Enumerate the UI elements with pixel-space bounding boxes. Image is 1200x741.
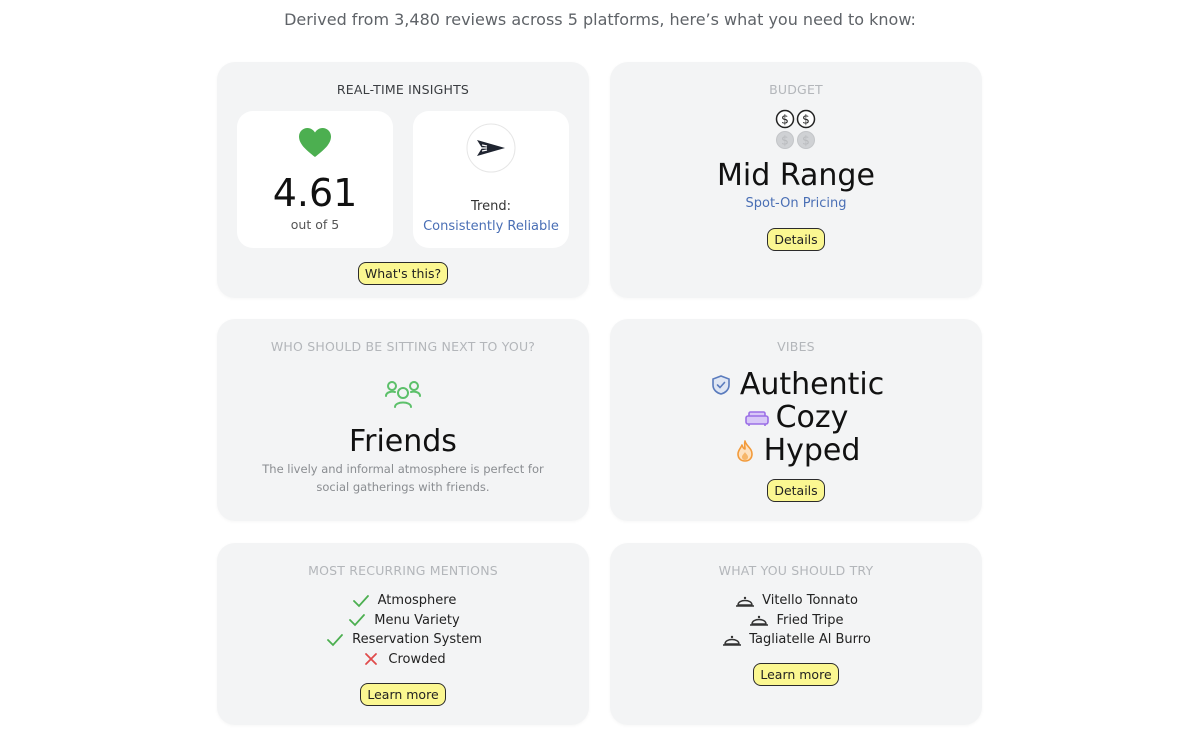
- cloche-icon: [748, 613, 770, 627]
- seating-card: WHO SHOULD BE SITTING NEXT TO YOU? Frien…: [217, 319, 589, 521]
- dish-label: Tagliatelle Al Burro: [749, 632, 871, 648]
- mention-label: Reservation System: [352, 632, 482, 648]
- sofa-icon: [744, 408, 770, 428]
- whats-this-button[interactable]: What's this?: [357, 262, 449, 285]
- dish-label: Fried Tripe: [776, 612, 844, 628]
- score-box: 4.61 out of 5: [237, 111, 393, 248]
- heart-icon: [237, 127, 393, 163]
- cloche-icon: [734, 594, 756, 608]
- vibes-card: VIBES Authentic Cozy Hyped Details: [610, 319, 982, 521]
- trend-label: Trend:: [471, 199, 511, 214]
- budget-value: Mid Range: [717, 158, 875, 193]
- mentions-learn-more-button[interactable]: Learn more: [360, 683, 446, 706]
- seating-title: WHO SHOULD BE SITTING NEXT TO YOU?: [270, 339, 536, 354]
- check-icon: [324, 633, 346, 647]
- check-icon: [350, 594, 372, 608]
- mention-label: Atmosphere: [377, 593, 457, 609]
- mention-item: Reservation System: [217, 630, 589, 650]
- insights-card: REAL-TIME INSIGHTS 4.61 out of 5 Trend: …: [217, 62, 589, 298]
- vibes-title: VIBES: [777, 339, 815, 354]
- dish-item: Fried Tripe: [610, 611, 982, 631]
- vibe-item: Hyped: [610, 434, 982, 467]
- mention-label: Menu Variety: [374, 612, 460, 628]
- budget-title: BUDGET: [769, 82, 823, 97]
- svg-text:$: $: [781, 134, 789, 148]
- seating-description: The lively and informal atmosphere is pe…: [262, 462, 544, 494]
- cloche-icon: [721, 633, 743, 647]
- vibe-label: Hyped: [763, 433, 861, 468]
- dish-item: Vitello Tonnato: [610, 591, 982, 611]
- budget-sub: Spot-On Pricing: [745, 196, 847, 211]
- mention-item: Menu Variety: [217, 611, 589, 631]
- check-icon: [346, 613, 368, 627]
- mentions-title: MOST RECURRING MENTIONS: [308, 563, 498, 578]
- vibe-item: Authentic: [610, 368, 982, 401]
- mentions-card: MOST RECURRING MENTIONS Atmosphere Menu …: [217, 543, 589, 725]
- mention-item: Crowded: [217, 650, 589, 670]
- try-learn-more-button[interactable]: Learn more: [753, 663, 839, 686]
- flame-icon: [732, 439, 758, 463]
- trend-value: Consistently Reliable: [423, 219, 559, 234]
- try-card: WHAT YOU SHOULD TRY Vitello Tonnato Frie…: [610, 543, 982, 725]
- svg-text:$: $: [802, 134, 810, 148]
- dish-item: Tagliatelle Al Burro: [610, 630, 982, 650]
- svg-text:$: $: [781, 113, 789, 127]
- score-value: 4.61: [272, 171, 358, 215]
- mention-item: Atmosphere: [217, 591, 589, 611]
- cross-icon: [360, 652, 382, 666]
- dish-label: Vitello Tonnato: [762, 593, 858, 609]
- vibe-label: Cozy: [775, 400, 849, 435]
- budget-details-button[interactable]: Details: [767, 228, 825, 251]
- trend-arrow-icon: [413, 123, 569, 177]
- trend-box: Trend: Consistently Reliable: [413, 111, 569, 248]
- score-sub: out of 5: [290, 217, 340, 232]
- svg-text:$: $: [802, 113, 810, 127]
- friends-group-icon: [217, 379, 589, 413]
- intro-text: Derived from 3,480 reviews across 5 plat…: [284, 10, 916, 29]
- insights-title: REAL-TIME INSIGHTS: [336, 82, 470, 97]
- budget-card: BUDGET $ $ $ $ Mid Range Spot-On Pricing…: [610, 62, 982, 298]
- vibe-item: Cozy: [610, 401, 982, 434]
- try-title: WHAT YOU SHOULD TRY: [718, 563, 874, 578]
- seating-value: Friends: [349, 424, 457, 459]
- shield-check-icon: [708, 374, 734, 396]
- vibes-details-button[interactable]: Details: [767, 479, 825, 502]
- vibe-label: Authentic: [739, 367, 885, 402]
- dollar-coins-icon: $ $ $ $: [610, 109, 982, 153]
- mention-label: Crowded: [388, 651, 446, 667]
